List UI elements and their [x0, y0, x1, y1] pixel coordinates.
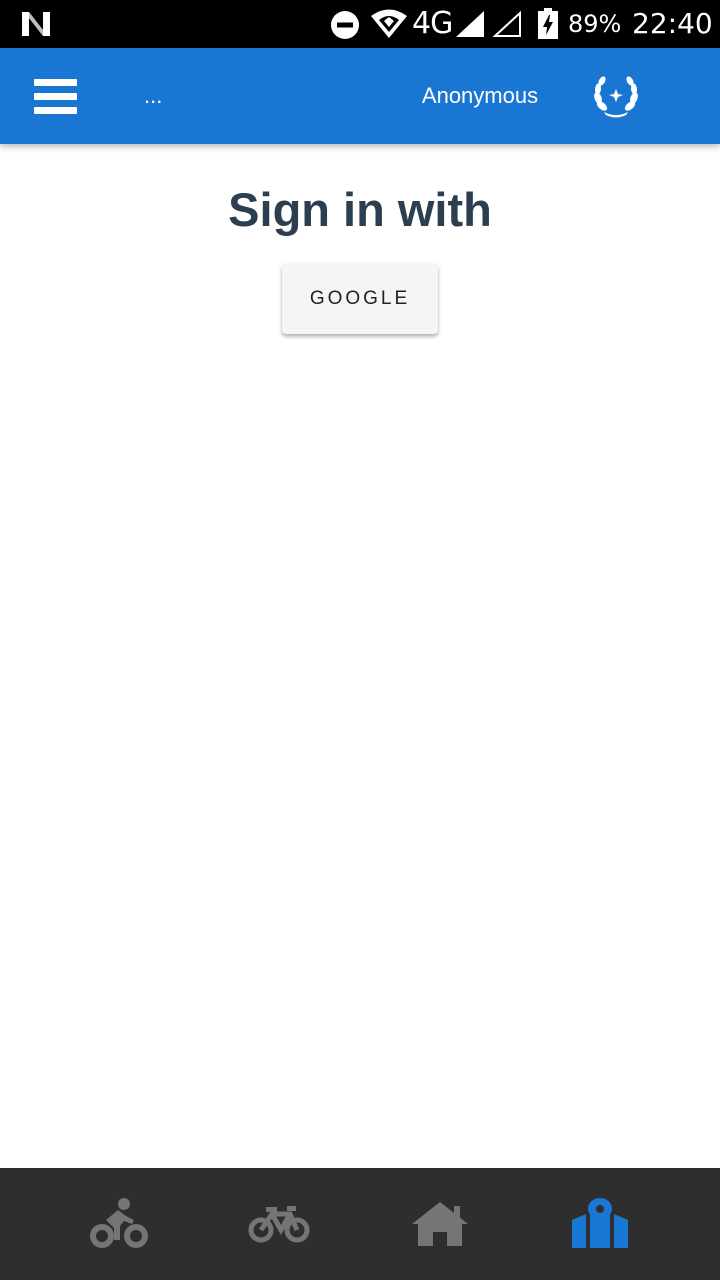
hamburger-menu-icon[interactable] [28, 72, 84, 120]
bottom-navigation [0, 1168, 720, 1280]
status-bar: 4G 89% 22:40 [0, 0, 720, 48]
status-clock: 22:40 [632, 7, 713, 40]
app-bar: ... Anonymous [0, 48, 720, 144]
nav-item-bicycle[interactable] [240, 1192, 320, 1256]
network-type-label: 4G [412, 6, 453, 41]
battery-charging-icon [538, 8, 558, 39]
nav-item-cyclist[interactable] [80, 1192, 160, 1256]
home-icon [412, 1202, 468, 1246]
do-not-disturb-icon [331, 11, 359, 39]
cyclist-icon [90, 1198, 148, 1248]
sign-in-heading: Sign in with [228, 183, 492, 236]
cell-signal-icon [456, 11, 484, 37]
google-sign-in-button[interactable]: GOOGLE [282, 264, 438, 334]
bicycle-icon [248, 1206, 310, 1243]
cell-signal-empty-icon [492, 10, 521, 37]
wifi-icon [371, 9, 407, 38]
battery-percent: 89% [568, 10, 622, 38]
user-name[interactable]: Anonymous [392, 82, 568, 110]
n-logo-icon [22, 12, 50, 36]
nav-item-map[interactable] [560, 1192, 640, 1256]
nav-item-home[interactable] [400, 1192, 480, 1256]
map-marker-icon [572, 1198, 628, 1248]
app-title: ... [144, 83, 163, 108]
laurel-wreath-icon[interactable] [590, 72, 642, 120]
